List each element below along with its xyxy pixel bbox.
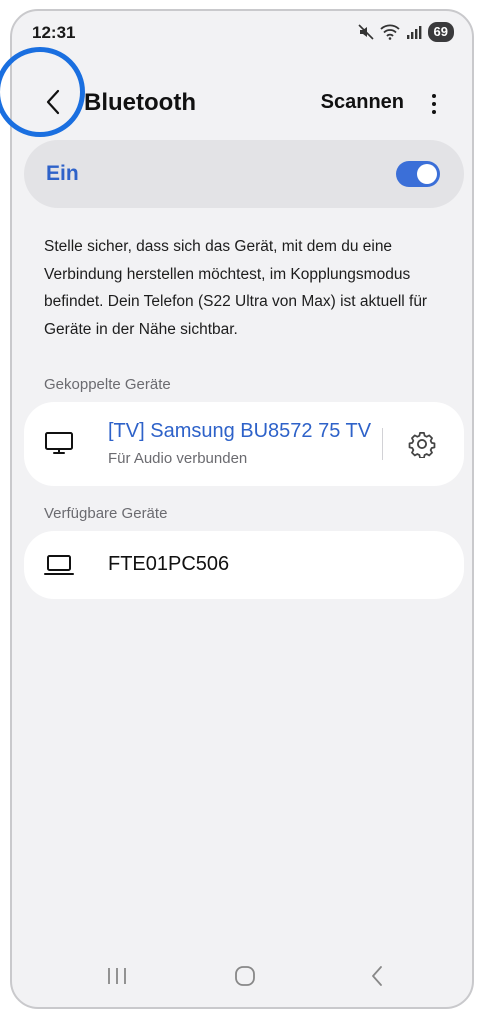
paired-device-item[interactable]: [TV] Samsung BU8572 75 TV Für Audio verb… (24, 402, 464, 486)
bluetooth-switch[interactable] (396, 161, 440, 187)
chevron-left-icon (45, 89, 61, 120)
nav-back-button[interactable] (362, 963, 392, 993)
more-vertical-icon (432, 94, 436, 98)
visibility-description: Stelle sicher, dass sich das Gerät, mit … (44, 238, 428, 338)
bluetooth-toggle-row[interactable]: Ein (24, 140, 464, 208)
paired-device-status: Für Audio verbunden (108, 450, 248, 467)
app-bar: Bluetooth Scannen (12, 71, 472, 131)
available-device-name: FTE01PC506 (108, 553, 230, 575)
available-device-item[interactable]: FTE01PC506 (24, 531, 464, 599)
home-icon (234, 965, 256, 992)
back-icon (370, 965, 384, 992)
recent-apps-button[interactable] (102, 963, 132, 993)
home-button[interactable] (230, 963, 260, 993)
battery-badge: 69 (427, 22, 454, 42)
page-title: Bluetooth (84, 89, 196, 116)
divider (382, 428, 383, 460)
navigation-bar (12, 945, 472, 1007)
toggle-label: Ein (46, 162, 79, 185)
status-bar: 12:31 69 (12, 11, 472, 55)
switch-knob (417, 164, 437, 184)
signal-icon (406, 25, 422, 39)
recent-apps-icon (106, 966, 128, 991)
paired-device-name: [TV] Samsung BU8572 75 TV (108, 420, 372, 442)
wifi-icon (379, 24, 400, 40)
phone-screen: 12:31 69 Bluetooth Scannen Ein Stelle si… (10, 9, 474, 1009)
status-icons: 69 (357, 22, 454, 42)
gear-icon[interactable] (408, 430, 436, 463)
mute-icon (357, 24, 374, 40)
more-options-button[interactable] (422, 87, 446, 121)
tv-icon (44, 430, 74, 461)
status-time: 12:31 (32, 23, 76, 42)
laptop-icon (44, 553, 74, 582)
paired-devices-header: Gekoppelte Geräte (44, 376, 171, 393)
back-button[interactable] (34, 85, 72, 123)
available-devices-header: Verfügbare Geräte (44, 505, 168, 522)
scan-button[interactable]: Scannen (321, 91, 404, 114)
